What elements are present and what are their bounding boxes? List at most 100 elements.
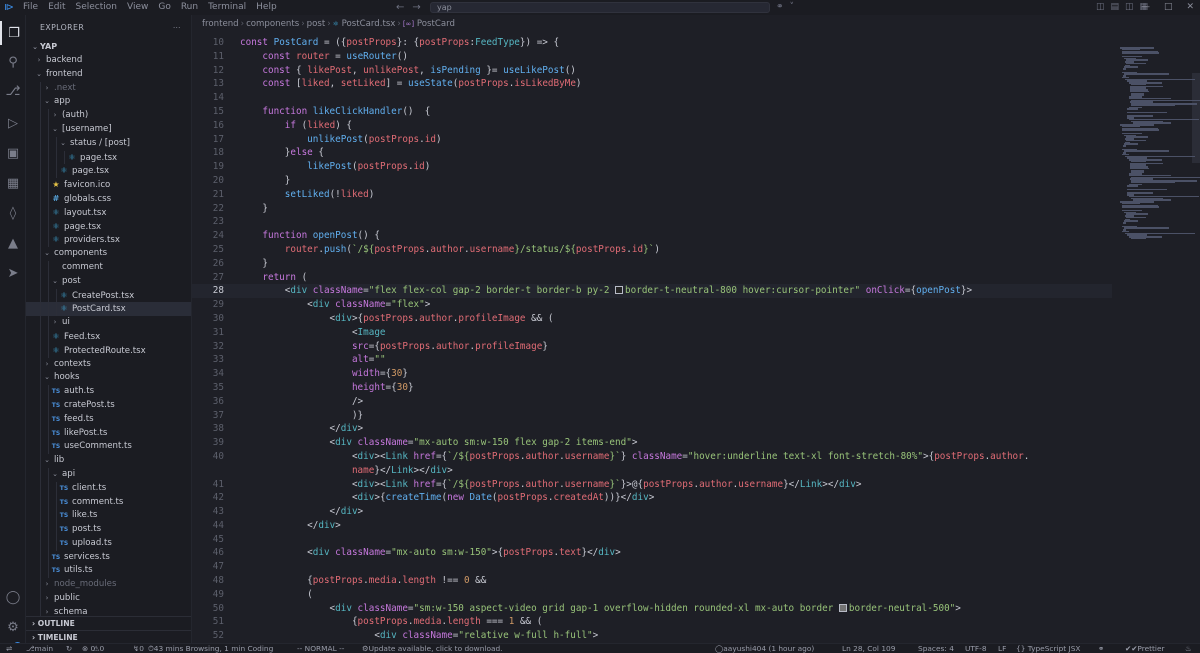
code-line[interactable]: 33 alt=""	[192, 353, 1112, 367]
tree-file[interactable]: TS client.ts	[26, 481, 191, 496]
tree-file[interactable]: TS post.ts	[26, 523, 191, 537]
more-actions-icon[interactable]: ⋯	[173, 15, 181, 41]
tree-file[interactable]: ⚛ PostCard.tsx	[26, 302, 191, 317]
tree-file[interactable]: ⚛ page.tsx	[26, 164, 191, 179]
color-swatch[interactable]	[838, 603, 847, 612]
eol-status[interactable]: LF	[998, 644, 1006, 653]
line-number[interactable]: 23	[192, 215, 224, 229]
tree-folder[interactable]: ⌄ components	[26, 247, 191, 261]
code-line[interactable]: 50 <div className="sm:w-150 aspect-video…	[192, 602, 1112, 616]
code-line[interactable]: 30 <div>{postProps.author.profileImage &…	[192, 312, 1112, 326]
menu-selection[interactable]: Selection	[71, 0, 122, 15]
tree-folder[interactable]: ⌄ frontend	[26, 68, 191, 82]
tree-file[interactable]: ⚛ ProtectedRoute.tsx	[26, 343, 191, 358]
line-number[interactable]: 36	[192, 395, 224, 409]
tree-folder[interactable]: ⌄ hooks	[26, 371, 191, 386]
code-line[interactable]: 15 function likeClickHandler() {	[192, 105, 1112, 119]
tree-folder[interactable]: › backend	[26, 54, 191, 68]
back-arrow-icon[interactable]: ←	[396, 0, 404, 15]
copilot-icon[interactable]: ⚭	[776, 0, 784, 15]
remote-explorer-icon[interactable]: ▣	[0, 141, 26, 165]
tree-file[interactable]: ★ favicon.ico	[26, 178, 191, 192]
tree-folder[interactable]: › .next	[26, 81, 191, 96]
tree-file[interactable]: TS comment.ts	[26, 495, 191, 510]
tree-file[interactable]: TS cratePost.ts	[26, 398, 191, 413]
explorer-files-icon[interactable]: ❐	[0, 21, 26, 45]
code-line[interactable]: 47	[192, 560, 1112, 574]
line-number[interactable]: 52	[192, 629, 224, 643]
breadcrumb-frontend[interactable]: frontend	[202, 19, 239, 29]
menu-view[interactable]: View	[122, 0, 153, 15]
update-status[interactable]: ⚙ Update available, click to download.	[362, 644, 503, 653]
line-number[interactable]: 22	[192, 202, 224, 216]
settings-gear-icon[interactable]: ⚙	[0, 615, 26, 639]
tree-file[interactable]: TS feed.ts	[26, 412, 191, 427]
line-number[interactable]: 10	[192, 36, 224, 50]
line-number[interactable]: 31	[192, 326, 224, 340]
line-number[interactable]: 40	[192, 450, 224, 464]
line-number[interactable]: 39	[192, 436, 224, 450]
code-line[interactable]: 35 height={30}	[192, 381, 1112, 395]
line-number[interactable]: 24	[192, 229, 224, 243]
minimap[interactable]	[1114, 33, 1200, 643]
code-line[interactable]: 32 src={postProps.author.profileImage}	[192, 340, 1112, 354]
tree-file[interactable]: TS likePost.ts	[26, 426, 191, 441]
tree-file[interactable]: TS upload.ts	[26, 536, 191, 551]
code-line[interactable]: 17 unlikePost(postProps.id)	[192, 133, 1112, 147]
code-line[interactable]: 23	[192, 215, 1112, 229]
line-number[interactable]: 29	[192, 298, 224, 312]
code-line[interactable]: 19 likePost(postProps.id)	[192, 160, 1112, 174]
line-number[interactable]: 21	[192, 188, 224, 202]
code-line[interactable]: 41 <div><Link href={`/${postProps.author…	[192, 478, 1112, 492]
code-line[interactable]: 48 {postProps.media.length !== 0 &&	[192, 574, 1112, 588]
workspace-root[interactable]: ⌄ YAP	[26, 40, 191, 54]
code-line[interactable]: 37 )}	[192, 409, 1112, 423]
line-number[interactable]: 32	[192, 340, 224, 354]
outline-section[interactable]: › OUTLINE	[26, 616, 191, 630]
cursor-position[interactable]: Ln 28, Col 109	[842, 644, 895, 653]
code-line[interactable]: 44 </div>	[192, 519, 1112, 533]
breadcrumb-symbol[interactable]: PostCard	[417, 19, 455, 29]
pointer-icon[interactable]: ➤	[0, 261, 26, 285]
line-number[interactable]: 27	[192, 271, 224, 285]
tree-folder[interactable]: › public	[26, 592, 191, 606]
copilot-status-icon[interactable]: ⚭	[1098, 644, 1104, 653]
account-icon[interactable]: ◯	[0, 585, 26, 609]
tree-folder[interactable]: ⌄ api	[26, 467, 191, 482]
line-number[interactable]: 34	[192, 367, 224, 381]
menu-terminal[interactable]: Terminal	[203, 0, 251, 15]
line-number[interactable]: 15	[192, 105, 224, 119]
toggle-sidebar-icon[interactable]: ◫	[1096, 0, 1105, 15]
line-number[interactable]: 17	[192, 133, 224, 147]
breadcrumb-post[interactable]: post	[307, 19, 326, 29]
code-line[interactable]: 31 <Image	[192, 326, 1112, 340]
code-line[interactable]: 36 />	[192, 395, 1112, 409]
line-number[interactable]: 13	[192, 77, 224, 91]
tree-folder[interactable]: ⌄ [username]	[26, 122, 191, 137]
code-line[interactable]: 21 setLiked(!liked)	[192, 188, 1112, 202]
code-line[interactable]: 18 }else {	[192, 146, 1112, 160]
activity-status[interactable]: ⏱ 43 mins Browsing, 1 min Coding	[148, 644, 273, 653]
source-control-icon[interactable]: ⎇	[0, 79, 26, 103]
encoding-status[interactable]: UTF-8	[965, 644, 987, 653]
line-number[interactable]: 42	[192, 491, 224, 505]
toggle-secondary-sidebar-icon[interactable]: ◫	[1125, 0, 1134, 15]
code-line[interactable]: 43 </div>	[192, 505, 1112, 519]
line-number[interactable]: 38	[192, 422, 224, 436]
line-number[interactable]: 25	[192, 243, 224, 257]
tree-file[interactable]: TS useComment.ts	[26, 440, 191, 455]
line-number[interactable]: 20	[192, 174, 224, 188]
code-line[interactable]: 40 <div><Link href={`/${postProps.author…	[192, 450, 1112, 464]
code-line[interactable]: 24 function openPost() {	[192, 229, 1112, 243]
python-icon[interactable]: ◊	[0, 201, 26, 225]
line-number[interactable]: 35	[192, 381, 224, 395]
color-swatch[interactable]	[615, 286, 624, 295]
menu-go[interactable]: Go	[153, 0, 175, 15]
git-blame-status[interactable]: ◯ aayushi404 (1 hour ago)	[715, 644, 814, 653]
code-area[interactable]: 10 const PostCard = ({postProps}: {postPr…	[192, 36, 1112, 643]
minimize-icon[interactable]: —	[1141, 0, 1150, 15]
line-number[interactable]: 19	[192, 160, 224, 174]
timeline-section[interactable]: › TIMELINE	[26, 630, 191, 643]
line-number[interactable]: 26	[192, 257, 224, 271]
line-number[interactable]: 45	[192, 533, 224, 547]
